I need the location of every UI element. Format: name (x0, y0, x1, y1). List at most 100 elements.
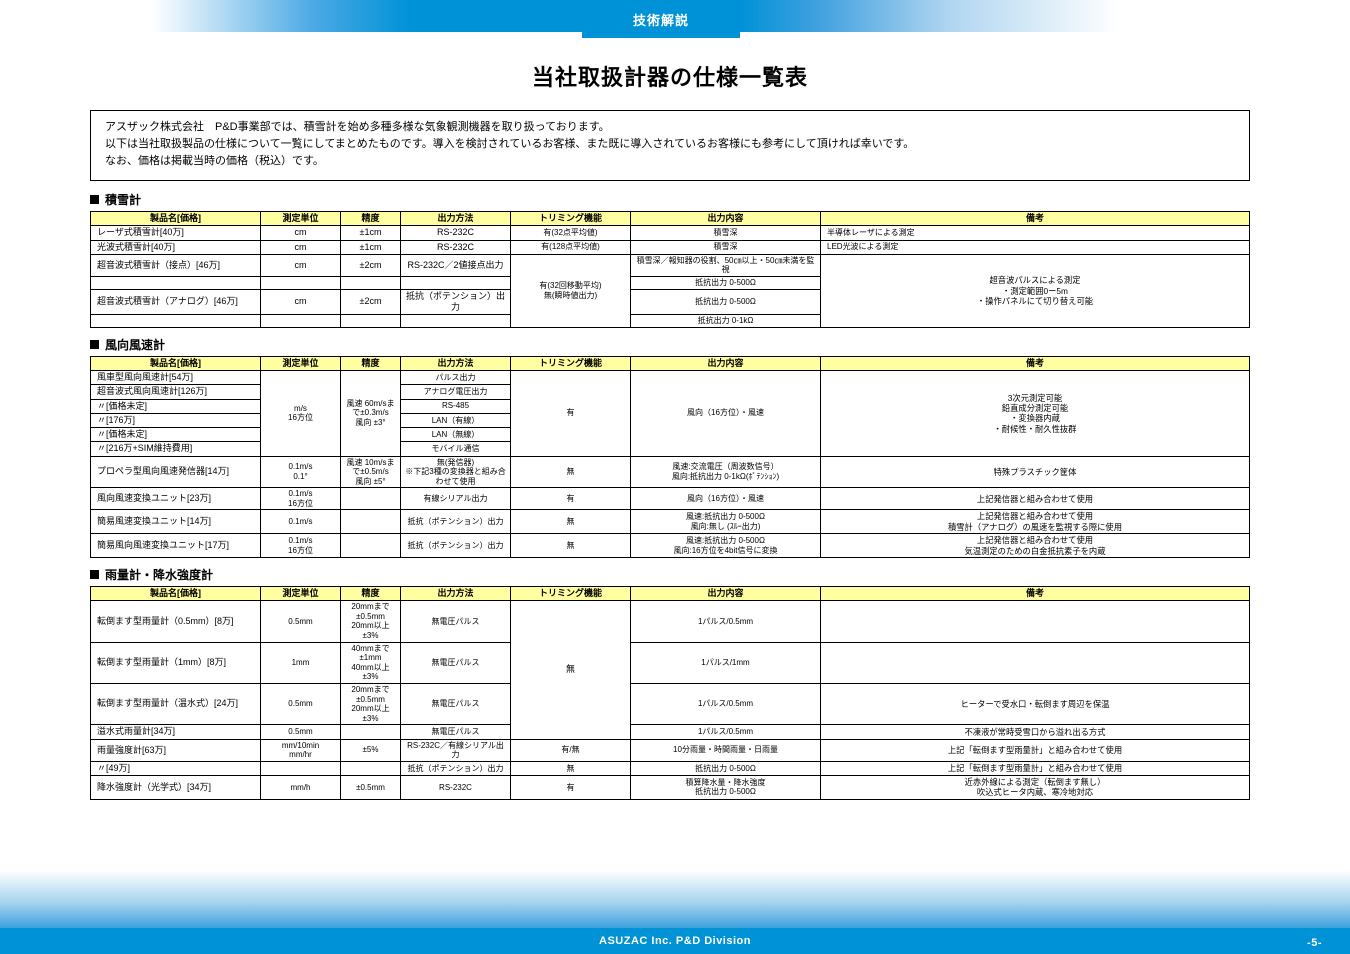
table-row: 転倒ます型雨量計（1mm）[8万]1mm40mmまで±1mm40mm以上±3%無… (91, 642, 1250, 683)
table-cell: 超音波式風向風速計[126万] (91, 385, 261, 399)
table-cell: 0.5mm (261, 601, 341, 642)
top-grad-left (152, 0, 582, 32)
table-cell: 超音波式積雪計（アナログ）[46万] (91, 289, 261, 315)
table-row: 光波式積雪計[40万]cm±1cmRS-232C有(128点平均値)積雪深LED… (91, 240, 1250, 254)
table-cell: 20mmまで±0.5mm20mm以上±3% (341, 683, 401, 724)
table-cell (341, 488, 401, 510)
table-cell: 上記「転倒ます型雨量計」と組み合わせて使用 (821, 761, 1250, 775)
table-cell (401, 277, 511, 290)
table-cell: ±1cm (341, 240, 401, 254)
table-row: 雨量強度計[63万]mm/10minmm/hr±5%RS-232C／有線シリアル… (91, 739, 1250, 761)
table-cell: LAN（無線） (401, 428, 511, 442)
table-header-cell: 精度 (341, 212, 401, 226)
table-row: 〃[49万]抵抗（ポテンション）出力無抵抗出力 0-500Ω上記「転倒ます型雨量… (91, 761, 1250, 775)
table-header-cell: 出力方法 (401, 356, 511, 370)
table-cell: 抵抗出力 0-1kΩ (631, 315, 821, 328)
table-row: 簡易風速変換ユニット[14万]0.1m/s 抵抗（ポテンション）出力無風速:抵抗出… (91, 510, 1250, 534)
table-header-cell: 測定単位 (261, 586, 341, 600)
table-cell: 抵抗（ポテンション）出力 (401, 510, 511, 534)
table-cell: 積算降水量・降水強度抵抗出力 0-500Ω (631, 775, 821, 799)
table-cell: cm (261, 289, 341, 315)
footer-text: ASUZAC Inc. P&D Division (599, 935, 751, 947)
table-cell: 0.5mm (261, 725, 341, 739)
table-row: 風向風速変換ユニット[23万]0.1m/s16方位有線シリアル出力有風向（16方… (91, 488, 1250, 510)
page-content: 当社取扱計器の仕様一覧表 アスザック株式会社 P&D事業部では、積雪計を始め多種… (90, 60, 1250, 800)
table-cell: 有(128点平均値) (511, 240, 631, 254)
table-cell: 0.5mm (261, 683, 341, 724)
table-cell: 0.1m/s0.1° (261, 456, 341, 488)
table-cell: 風速:抵抗出力 0-500Ω風向:16方位を4bit信号に変換 (631, 534, 821, 558)
table-cell: cm (261, 254, 341, 276)
section-title-rain: 雨量計・降水強度計 (90, 566, 1250, 583)
table-cell: 0.1m/s16方位 (261, 534, 341, 558)
table-cell: 1mm (261, 642, 341, 683)
table-cell: 抵抗出力 0-500Ω (631, 289, 821, 315)
table-cell: 超音波パルスによる測定・測定範囲0ー5m・操作パネルにて切り替え可能 (821, 254, 1250, 327)
table-cell: 0.1m/s (261, 510, 341, 534)
table-cell: 無電圧パルス (401, 725, 511, 739)
table-cell: 〃[価格未定] (91, 399, 261, 413)
table-cell (341, 534, 401, 558)
table-cell: 20mmまで±0.5mm20mm以上±3% (341, 601, 401, 642)
table-cell: 近赤外線による測定（転倒ます無し）吹込式ヒータ内蔵、寒冷地対応 (821, 775, 1250, 799)
table-cell: 〃[49万] (91, 761, 261, 775)
footer-gradient (0, 870, 1350, 928)
table-cell: 抵抗出力 0-500Ω (631, 277, 821, 290)
section-title-label: 積雪計 (105, 191, 141, 208)
table-cell: 抵抗（ポテンション）出力 (401, 761, 511, 775)
table-cell: 40mmまで±1mm40mm以上±3% (341, 642, 401, 683)
table-cell: 積雪深／報知器の役割、50㎝以上・50㎝未満を監視 (631, 254, 821, 276)
top-grad-right (740, 0, 1120, 32)
table-cell: 無電圧パルス (401, 683, 511, 724)
table-row: 簡易風向風速変換ユニット[17万]0.1m/s16方位抵抗（ポテンション）出力無… (91, 534, 1250, 558)
table-cell: 有(32回移動平均)無(瞬時値出力) (511, 254, 631, 327)
table-cell: RS-485 (401, 399, 511, 413)
table-cell: 転倒ます型雨量計（1mm）[8万] (91, 642, 261, 683)
table-cell (341, 761, 401, 775)
table-cell: 転倒ます型雨量計（温水式）[24万] (91, 683, 261, 724)
table-cell: 特殊プラスチック筐体 (821, 456, 1250, 488)
table-cell: 積雪深 (631, 240, 821, 254)
table-cell: 有 (511, 371, 631, 457)
table-row: 溢水式雨量計[34万]0.5mm無電圧パルス1パルス/0.5mm不凍液が常時受雪… (91, 725, 1250, 739)
table-cell (261, 761, 341, 775)
table-cell: 0.1m/s16方位 (261, 488, 341, 510)
table-cell: 超音波式積雪計（接点）[46万] (91, 254, 261, 276)
table-cell: 風向（16方位）・風速 (631, 371, 821, 457)
table-header-cell: 製品名[価格] (91, 212, 261, 226)
table-cell: 抵抗（ポテンション）出力 (401, 534, 511, 558)
table-header-cell: 出力方法 (401, 586, 511, 600)
table-cell: プロペラ型風向風速発信器[14万] (91, 456, 261, 488)
table-header-cell: 備考 (821, 586, 1250, 600)
table-cell: 有 (511, 775, 631, 799)
table-cell: 無電圧パルス (401, 642, 511, 683)
table-header-cell: 備考 (821, 212, 1250, 226)
table-cell: 風速 10m/sまで±0.5m/s風向 ±5° (341, 456, 401, 488)
intro-line: アスザック株式会社 P&D事業部では、積雪計を始め多種多様な気象観測機器を取り扱… (105, 119, 1235, 136)
table-cell: モバイル通信 (401, 442, 511, 456)
table-snow: 製品名[価格]測定単位精度出力方法トリミング機能出力内容備考 レーザ式積雪計[4… (90, 211, 1250, 328)
table-cell: 無 (511, 510, 631, 534)
table-cell: LAN（有線） (401, 413, 511, 427)
table-cell: ±5% (341, 739, 401, 761)
table-cell (821, 601, 1250, 642)
table-cell: 上記発信器と組み合わせて使用気温測定のための白金抵抗素子を内蔵 (821, 534, 1250, 558)
table-cell: 簡易風速変換ユニット[14万] (91, 510, 261, 534)
table-cell: 無 (511, 761, 631, 775)
table-wind: 製品名[価格]測定単位精度出力方法トリミング機能出力内容備考 風車型風向風速計[… (90, 356, 1250, 558)
table-cell: 上記発信器と組み合わせて使用 (821, 488, 1250, 510)
table-header-cell: 製品名[価格] (91, 356, 261, 370)
table-cell: 風速:抵抗出力 0-500Ω風向:無し (ｽﾙｰ出力) (631, 510, 821, 534)
table-cell: 〃[216万+SIM維持費用] (91, 442, 261, 456)
intro-box: アスザック株式会社 P&D事業部では、積雪計を始め多種多様な気象観測機器を取り扱… (90, 110, 1250, 181)
intro-line: なお、価格は掲載当時の価格（税込）です。 (105, 153, 1235, 170)
table-cell: アナログ電圧出力 (401, 385, 511, 399)
table-cell: mm/h (261, 775, 341, 799)
table-cell: 1パルス/0.5mm (631, 725, 821, 739)
table-header-cell: 備考 (821, 356, 1250, 370)
table-header-cell: 測定単位 (261, 212, 341, 226)
table-header-cell: 出力内容 (631, 356, 821, 370)
table-cell: パルス出力 (401, 371, 511, 385)
table-row: 降水強度計（光学式）[34万]mm/h±0.5mmRS-232C有積算降水量・降… (91, 775, 1250, 799)
section-title-snow: 積雪計 (90, 191, 1250, 208)
